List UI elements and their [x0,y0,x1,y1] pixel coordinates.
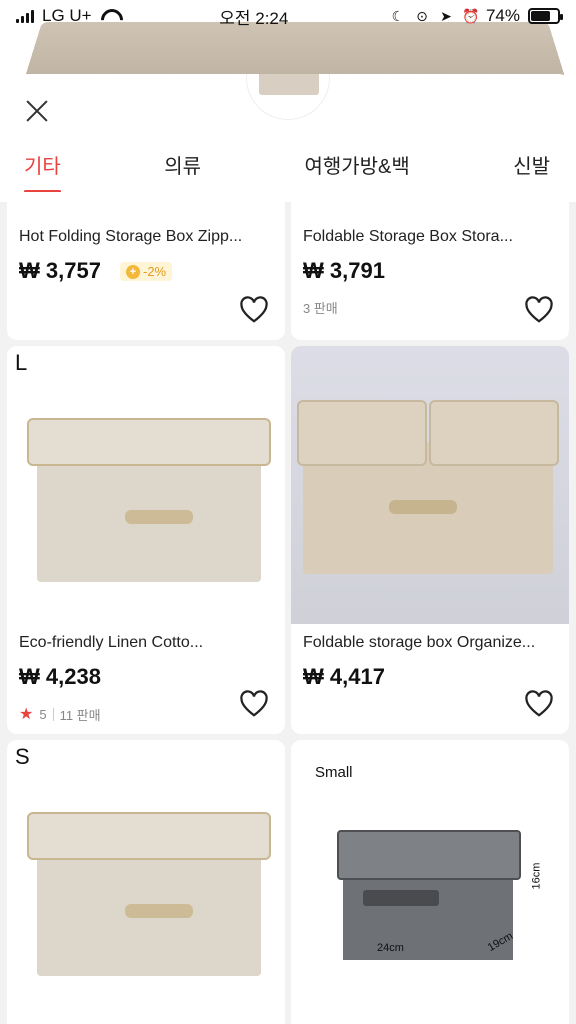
moon-icon: ☾ [391,8,405,24]
carrier-label: LG U+ [42,6,92,25]
tab-clothing[interactable]: 의류 [164,150,201,193]
discount-text: -2% [143,264,167,279]
product-sold-count: 3 판매 [303,298,338,317]
status-right: ☾ ⊙ ➤ ⏰ 74% [390,6,563,26]
product-title: Eco-friendly Linen Cotto... [19,634,204,651]
product-thumbnail[interactable] [246,74,330,120]
rotation-lock-icon: ⊙ [416,8,428,24]
signal-icon [16,9,34,23]
sold-text: 3 판매 [303,301,338,316]
product-price: ₩ 3,757 [19,258,101,283]
category-tabs: 기타 의류 여행가방&백 신발 [0,150,576,193]
tab-shoes[interactable]: 신발 [513,150,550,193]
product-image: Small 24cm 19cm 16cm [291,740,569,1018]
product-card[interactable]: Small 24cm 19cm 16cm [291,740,569,1024]
product-title: Foldable storage box Organize... [303,634,536,651]
size-label: S [15,744,30,769]
alarm-icon: ⏰ [461,8,480,24]
status-bar: LG U+ 오전 2:24 ☾ ⊙ ➤ ⏰ 74% [0,0,576,32]
wishlist-heart-icon[interactable] [524,690,554,718]
product-card[interactable]: S [7,740,285,1024]
divider [52,707,54,721]
product-price: ₩ 4,238 [19,664,101,689]
battery-percent: 74% [485,6,520,25]
wishlist-heart-icon[interactable] [239,690,269,718]
product-title: Foldable Storage Box Stora... [303,228,513,245]
rating-value: 5 [39,706,47,722]
product-image: L [7,346,285,624]
product-image [291,346,569,624]
wishlist-heart-icon[interactable] [239,296,269,324]
product-card[interactable]: L Eco-friendly Linen Cotto... ₩ 4,238 ★ … [7,346,285,734]
size-label: Small [315,764,353,781]
sold-text: 11 판매 [59,707,101,723]
tab-etc[interactable]: 기타 [24,150,61,193]
linen-box-image [27,418,271,586]
coin-icon: + [126,264,140,279]
thumbnail-box-image [259,74,319,95]
gray-box-lid [337,830,521,880]
product-image: S [7,740,285,1018]
location-icon: ➤ [440,8,452,24]
linen-box-image [27,812,271,980]
linen-box-image [297,400,559,576]
status-left: LG U+ [16,6,118,26]
discount-badge: + -2% [120,262,173,281]
sheet-header: 기타 의류 여행가방&백 신발 [0,74,576,202]
product-title: Hot Folding Storage Box Zipp... [19,228,243,245]
product-price: ₩ 3,791 [303,258,385,283]
star-icon: ★ [19,706,34,723]
product-card[interactable]: Hot Folding Storage Box Zipp... ₩ 3,757 … [7,192,285,340]
product-rating-sold: ★ 5 11 판매 [19,704,101,724]
product-card[interactable]: Foldable Storage Box Stora... ₩ 3,791 3 … [291,192,569,340]
battery-icon [527,8,563,24]
tab-travel-bags[interactable]: 여행가방&백 [304,150,409,193]
clock: 오전 2:24 [219,8,289,28]
dimension-height: 16cm [530,862,543,890]
bottom-sheet: 기타 의류 여행가방&백 신발 Hot Folding Storage Box … [0,74,576,1024]
product-card[interactable]: Foldable storage box Organize... ₩ 4,417 [291,346,569,734]
close-button[interactable] [22,96,52,126]
dimension-width: 24cm [377,942,404,954]
size-label: L [15,350,28,375]
product-price: ₩ 4,417 [303,664,385,689]
gray-box-handle [363,890,439,906]
wifi-icon [100,9,118,23]
wishlist-heart-icon[interactable] [524,296,554,324]
